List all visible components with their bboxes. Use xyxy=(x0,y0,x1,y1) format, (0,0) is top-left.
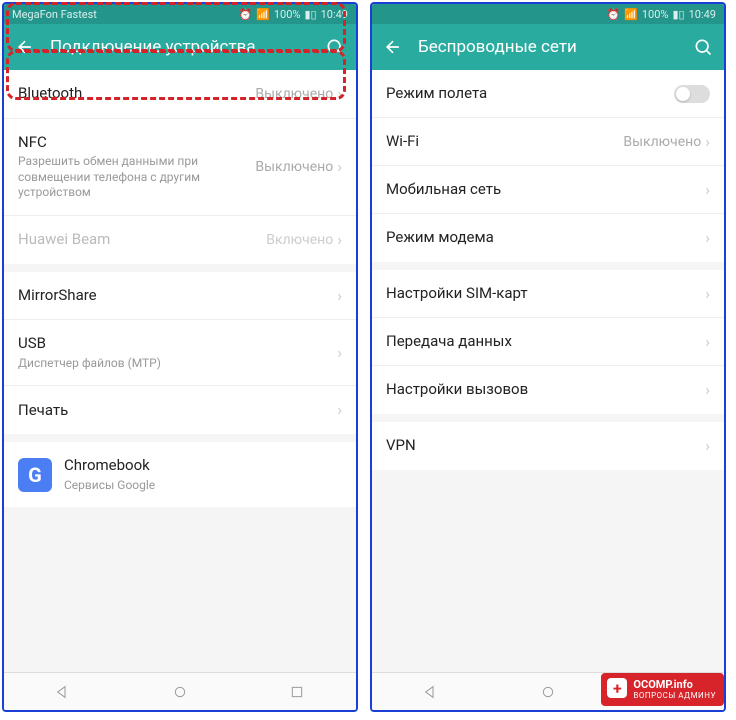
item-modem[interactable]: Режим модема › xyxy=(372,214,724,262)
nav-home-icon[interactable] xyxy=(538,682,558,702)
battery-icon: ▮▯ xyxy=(672,8,684,21)
item-value: Выключено xyxy=(623,134,701,150)
nav-recent-icon[interactable] xyxy=(287,682,307,702)
item-value: Включено xyxy=(266,232,333,248)
signal-icon: 📶 xyxy=(624,8,638,21)
item-value: Выключено xyxy=(255,159,333,175)
item-label: NFC xyxy=(18,133,255,153)
chevron-right-icon: › xyxy=(705,286,710,302)
page-title: Подключение устройства xyxy=(50,37,310,57)
alarm-icon: ⏰ xyxy=(238,8,252,21)
chevron-right-icon: › xyxy=(337,288,342,304)
search-icon[interactable] xyxy=(324,36,346,58)
nav-bar xyxy=(4,672,356,710)
header: Беспроводные сети xyxy=(372,24,724,70)
watermark-sub: ВОПРОСЫ АДМИНУ xyxy=(633,691,716,701)
item-usb[interactable]: USB Диспетчер файлов (MTP) › xyxy=(4,320,356,386)
alarm-icon: ⏰ xyxy=(606,8,620,21)
content: Bluetooth Выключено › NFC Разрешить обме… xyxy=(4,70,356,672)
item-vpn[interactable]: VPN › xyxy=(372,422,724,470)
watermark: OCOMP.info ВОПРОСЫ АДМИНУ xyxy=(601,673,724,706)
chevron-right-icon: › xyxy=(705,334,710,350)
chevron-right-icon: › xyxy=(337,232,342,248)
item-data[interactable]: Передача данных › xyxy=(372,318,724,366)
item-label: Мобильная сеть xyxy=(386,180,705,200)
time-label: 10:49 xyxy=(689,8,716,21)
item-bluetooth[interactable]: Bluetooth Выключено › xyxy=(4,70,356,119)
phone-right: ⏰ 📶 100% ▮▯ 10:49 Беспроводные сети Режи… xyxy=(370,2,726,712)
item-sub: Сервисы Google xyxy=(64,478,342,494)
chevron-right-icon: › xyxy=(337,402,342,418)
item-chromebook[interactable]: G Chromebook Сервисы Google xyxy=(4,442,356,507)
item-airplane[interactable]: Режим полета xyxy=(372,70,724,118)
status-bar: MegaFon Fastest ⏰ 📶 100% ▮▯ 10:49 xyxy=(4,4,356,24)
item-sub: Диспетчер файлов (MTP) xyxy=(18,356,337,372)
header: Подключение устройства xyxy=(4,24,356,70)
item-label: Huawei Beam xyxy=(18,230,266,250)
chevron-right-icon: › xyxy=(337,159,342,175)
chevron-right-icon: › xyxy=(705,134,710,150)
time-label: 10:49 xyxy=(321,8,348,21)
chromebook-icon: G xyxy=(18,458,52,492)
chevron-right-icon: › xyxy=(337,86,342,102)
content: Режим полета Wi-Fi Выключено › Мобильная… xyxy=(372,70,724,672)
item-huawei-beam: Huawei Beam Включено › xyxy=(4,216,356,264)
item-label: USB xyxy=(18,334,337,354)
page-title: Беспроводные сети xyxy=(418,37,678,57)
item-label: Режим полета xyxy=(386,84,674,104)
chevron-right-icon: › xyxy=(337,345,342,361)
item-label: Настройки SIM-карт xyxy=(386,284,705,304)
item-nfc[interactable]: NFC Разрешить обмен данными при совмещен… xyxy=(4,119,356,216)
item-value: Выключено xyxy=(255,86,333,102)
phone-left: MegaFon Fastest ⏰ 📶 100% ▮▯ 10:49 Подклю… xyxy=(2,2,358,712)
chevron-right-icon: › xyxy=(705,230,710,246)
battery-label: 100% xyxy=(642,8,669,21)
item-label: Настройки вызовов xyxy=(386,380,705,400)
item-label: Печать xyxy=(18,401,337,421)
item-mobile[interactable]: Мобильная сеть › xyxy=(372,166,724,214)
signal-icon: 📶 xyxy=(256,8,270,21)
watermark-main: OCOMP.info xyxy=(633,678,716,691)
search-icon[interactable] xyxy=(692,36,714,58)
item-label: Передача данных xyxy=(386,332,705,352)
nav-back-icon[interactable] xyxy=(421,682,441,702)
item-print[interactable]: Печать › xyxy=(4,386,356,434)
item-calls[interactable]: Настройки вызовов › xyxy=(372,366,724,414)
item-sim[interactable]: Настройки SIM-карт › xyxy=(372,270,724,318)
item-label: Chromebook xyxy=(64,456,342,476)
chevron-right-icon: › xyxy=(705,438,710,454)
status-bar: ⏰ 📶 100% ▮▯ 10:49 xyxy=(372,4,724,24)
battery-icon: ▮▯ xyxy=(304,8,316,21)
item-label: VPN xyxy=(386,436,705,456)
item-mirrorshare[interactable]: MirrorShare › xyxy=(4,272,356,321)
chevron-right-icon: › xyxy=(705,382,710,398)
back-icon[interactable] xyxy=(14,36,36,58)
battery-label: 100% xyxy=(274,8,301,21)
carrier-label: MegaFon Fastest xyxy=(12,8,97,21)
chevron-right-icon: › xyxy=(705,182,710,198)
nav-back-icon[interactable] xyxy=(53,682,73,702)
back-icon[interactable] xyxy=(382,36,404,58)
nav-home-icon[interactable] xyxy=(170,682,190,702)
item-wifi[interactable]: Wi-Fi Выключено › xyxy=(372,118,724,166)
item-label: MirrorShare xyxy=(18,286,337,306)
item-label: Bluetooth xyxy=(18,84,255,104)
item-label: Wi-Fi xyxy=(386,132,623,152)
item-sub: Разрешить обмен данными при совмещении т… xyxy=(18,154,255,201)
toggle-off[interactable] xyxy=(674,85,710,103)
item-label: Режим модема xyxy=(386,228,705,248)
